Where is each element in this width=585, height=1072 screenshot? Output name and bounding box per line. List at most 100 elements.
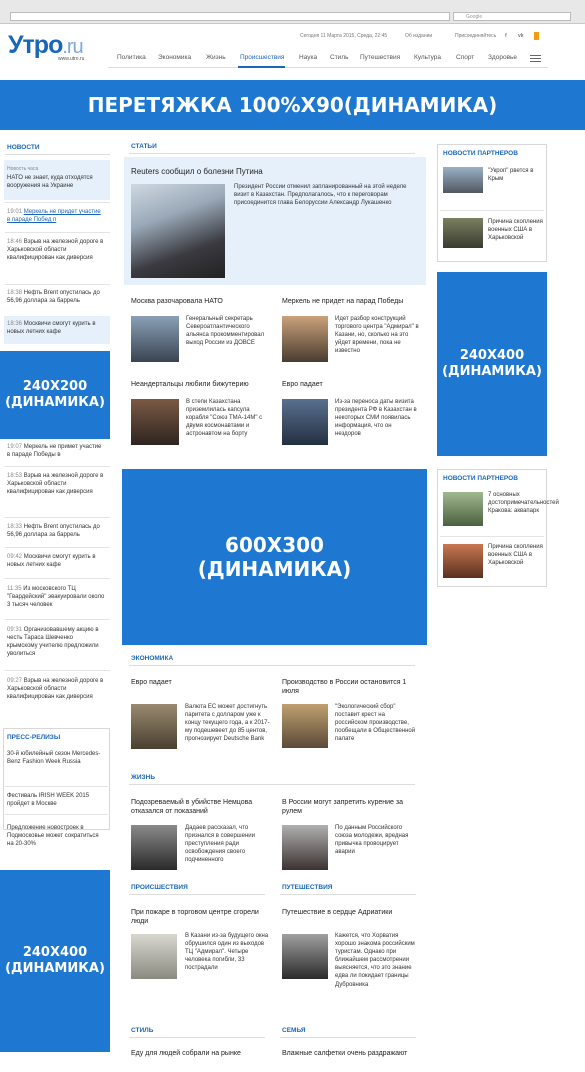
article-title[interactable]: Евро падает	[131, 678, 271, 687]
article-title[interactable]: Неандертальцы любили бижутерию	[131, 380, 271, 389]
divider	[5, 202, 110, 203]
facebook-icon[interactable]: f	[505, 33, 507, 39]
nav-science[interactable]: Наука	[299, 54, 317, 61]
news-text: Взрыв на железной дороге в Харьковской о…	[7, 678, 104, 701]
article-photo[interactable]	[282, 704, 328, 748]
news-item[interactable]: 11:35 Из московского ТЦ "Гвардейский" эв…	[7, 585, 105, 609]
article-title[interactable]: Еду для людей собрали на рынке	[131, 1049, 271, 1058]
divider	[5, 670, 110, 671]
economy-heading-line	[129, 665, 415, 666]
press-item[interactable]: Предложение новостроек в Подмосковье мож…	[7, 824, 105, 848]
article-title[interactable]: Производство в России остановится 1 июля	[282, 678, 422, 696]
article-text: В Казани из-за будущего окна обрушился о…	[185, 933, 269, 972]
partner-item[interactable]: 7 основных достопримечательностей Краков…	[488, 491, 559, 515]
article-text: Генеральный секретарь Североатлантическо…	[186, 316, 265, 347]
news-item[interactable]: 09:42 Москвичи смогут курить в новых лет…	[7, 553, 105, 569]
article-title[interactable]: В России могут запретить курение за руле…	[282, 798, 422, 816]
article-photo[interactable]	[131, 934, 177, 979]
news-item[interactable]: 18:33 Нефть Brent опустилась до 56,96 до…	[7, 523, 105, 539]
nav-culture[interactable]: Культура	[414, 54, 441, 61]
article-title[interactable]: Путешествие в сердце Адриатики	[282, 908, 422, 917]
news-time: 18:46	[7, 239, 23, 245]
news-item[interactable]: 18:38 Нефть Brent опустилась до 56,96 до…	[7, 289, 105, 305]
partner-item[interactable]: Причина скопления военных США в Харьковс…	[488, 218, 544, 242]
article-text: Валюта ЕС может достигнуть паритета с до…	[185, 704, 270, 743]
partner-item[interactable]: "Укроп" рвется в Крым	[488, 167, 544, 183]
article-title[interactable]: Подозреваемый в убийстве Немцова отказал…	[131, 798, 273, 816]
nav-economy[interactable]: Экономика	[158, 54, 191, 61]
nav-life[interactable]: Жизнь	[206, 54, 226, 61]
ad-center-600x300[interactable]: 600X300 (ДИНАМИКА)	[122, 469, 427, 645]
partner-photo[interactable]	[443, 544, 483, 578]
press-item[interactable]: 30-й юбилейный сезон Mercedes-Benz Fashi…	[7, 750, 105, 766]
news-item[interactable]: 19:07 Меркель не примет участие в параде…	[7, 443, 105, 459]
news-time: 09:27	[7, 678, 23, 684]
news-item[interactable]: 18:46 Взрыв на железной дороге в Харьков…	[7, 238, 105, 262]
news-item[interactable]: 18:36 Москвичи смогут курить в новых лет…	[7, 320, 105, 336]
life-heading-line	[129, 784, 415, 785]
divider	[5, 578, 110, 579]
about-link[interactable]: Об издании	[405, 33, 432, 39]
nav-incidents[interactable]: Происшествия	[240, 54, 284, 61]
article-photo[interactable]	[282, 825, 328, 870]
article-photo[interactable]	[282, 934, 328, 979]
ad-right-240x400[interactable]: 240X400 (ДИНАМИКА)	[437, 272, 547, 456]
article-photo[interactable]	[282, 316, 328, 362]
lead-article-photo[interactable]	[131, 184, 225, 278]
article-title[interactable]: При пожаре в торговом центре сгорели люд…	[131, 908, 271, 926]
life-heading: ЖИЗНЬ	[131, 774, 155, 781]
browser-search-input[interactable]: Google	[453, 12, 571, 21]
join-label: Присоединяйтесь	[455, 33, 497, 39]
partner-item[interactable]: Причина скопления военных США в Харьковс…	[488, 543, 544, 567]
address-bar[interactable]	[10, 12, 450, 21]
news-item[interactable]: 19:01 Меркель не придет участие в параде…	[7, 208, 105, 224]
partner-photo[interactable]	[443, 492, 483, 526]
news-time: 19:01	[7, 209, 23, 215]
article-text: Кажется, что Хорватия хорошо знакома рос…	[335, 933, 415, 988]
nav-health[interactable]: Здоровье	[488, 54, 517, 61]
nav-sport[interactable]: Спорт	[456, 54, 474, 61]
ad-left-240x200[interactable]: 240X200 (ДИНАМИКА)	[0, 351, 110, 439]
ad-banner-top[interactable]: ПЕРЕТЯЖКА 100%X90(ДИНАМИКА)	[0, 80, 585, 130]
article-text: Идет разбор конструкций торгового центра…	[335, 316, 419, 355]
news-item[interactable]: 09:27 Взрыв на железной дороге в Харьков…	[7, 677, 105, 701]
article-text: В степи Казахстана приземлилась капсула …	[186, 399, 263, 438]
article-title[interactable]: Москва разочаровала НАТО	[131, 297, 271, 306]
article-text: Из-за переноса даты визита президента РФ…	[335, 399, 417, 438]
news-item[interactable]: 09:31 Организовавшему акцию в честь Тара…	[7, 626, 105, 658]
vk-icon[interactable]: vk	[518, 33, 524, 39]
logo-tld: .ru	[62, 36, 83, 58]
news-item[interactable]: 18:53 Взрыв на железной дороге в Харьков…	[7, 472, 105, 496]
article-photo[interactable]	[131, 704, 177, 749]
ad-left-240x400[interactable]: 240X400 (ДИНАМИКА)	[0, 870, 110, 1052]
article-photo[interactable]	[282, 399, 328, 445]
press-item[interactable]: Фестиваль IRISH WEEK 2015 пройдет в Моск…	[7, 792, 105, 808]
divider	[5, 786, 108, 787]
nav-travel[interactable]: Путешествия	[360, 54, 400, 61]
news-time: 18:36	[7, 321, 23, 327]
news-text: Взрыв на железной дороге в Харьковской о…	[7, 239, 104, 262]
article-photo[interactable]	[131, 399, 179, 445]
divider	[5, 232, 110, 233]
divider	[5, 284, 110, 285]
news-time: 09:42	[7, 554, 23, 560]
odnoklassniki-icon[interactable]	[534, 32, 539, 40]
article-photo[interactable]	[131, 316, 179, 362]
news-text: Взрыв на железной дороге в Харьковской о…	[7, 473, 104, 496]
news-time: 18:38	[7, 290, 23, 296]
partner-photo[interactable]	[443, 218, 483, 248]
menu-icon[interactable]	[530, 55, 541, 62]
article-title[interactable]: Меркель не придет на парад Победы	[282, 297, 422, 306]
news-time: 19:07	[7, 444, 23, 450]
nav-politics[interactable]: Политика	[117, 54, 146, 61]
partners-heading: НОВОСТИ ПАРТНЕРОВ	[443, 475, 518, 482]
article-title[interactable]: Евро падает	[282, 380, 422, 389]
article-text: "Экологический сбор" поставит крест на р…	[335, 704, 416, 743]
news-item[interactable]: НАТО не знает, куда отходятся вооружения…	[7, 174, 105, 190]
article-title[interactable]: Влажные салфетки очень раздражают	[282, 1049, 422, 1058]
nav-style[interactable]: Стиль	[330, 54, 348, 61]
partner-photo[interactable]	[443, 167, 483, 193]
press-heading: ПРЕСС-РЕЛИЗЫ	[7, 734, 61, 741]
lead-article-title[interactable]: Reuters сообщил о болезни Путина	[131, 167, 411, 177]
article-photo[interactable]	[131, 825, 177, 870]
